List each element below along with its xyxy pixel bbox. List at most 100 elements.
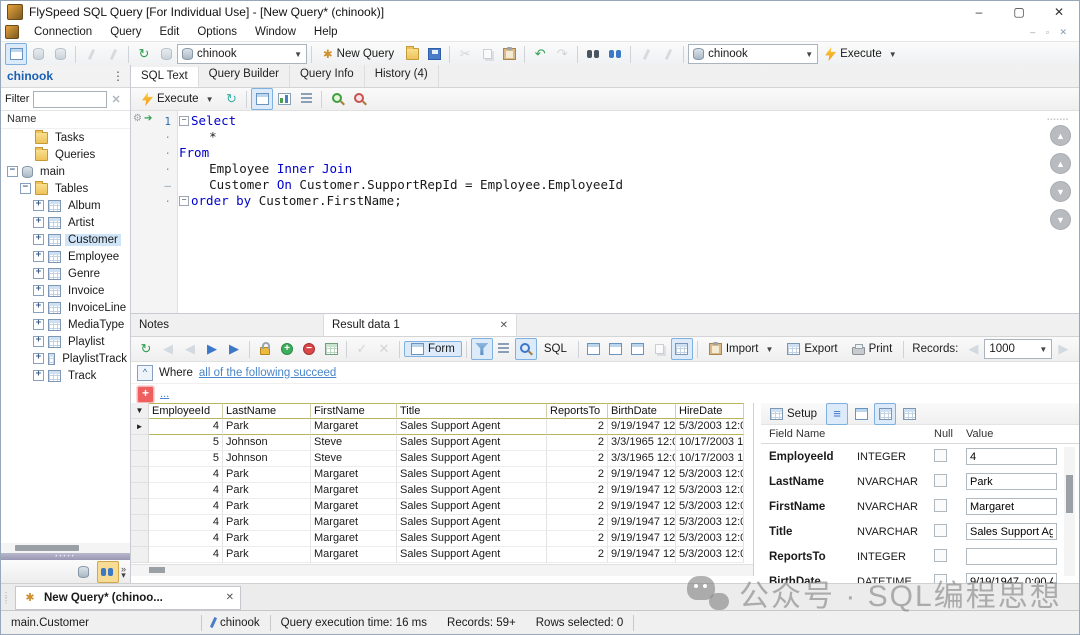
tree-item-customer[interactable]: +Customer bbox=[1, 231, 130, 248]
add-connection-icon[interactable] bbox=[27, 43, 49, 65]
sidebar-splitter[interactable]: ••••• bbox=[1, 553, 130, 560]
more-conditions-link[interactable]: ... bbox=[160, 388, 169, 400]
grid-cell[interactable]: Sales Support Agent bbox=[397, 451, 547, 467]
grid-cell[interactable]: Margaret bbox=[311, 419, 397, 435]
close-query-tab-icon[interactable]: ✕ bbox=[226, 592, 234, 603]
grid-cell[interactable]: 10/17/2003 12: bbox=[676, 435, 744, 451]
table-row[interactable]: 4ParkMargaretSales Support Agent29/19/19… bbox=[131, 515, 753, 531]
filter-icon[interactable] bbox=[471, 338, 493, 360]
grid-cell[interactable]: 5 bbox=[149, 451, 223, 467]
tree-item-playlist[interactable]: +Playlist bbox=[1, 333, 130, 350]
grid-cell[interactable]: 2 bbox=[547, 547, 608, 563]
grid-cell[interactable]: 4 bbox=[149, 547, 223, 563]
grid-cell[interactable]: 5/3/2003 12:00 bbox=[676, 419, 744, 435]
scroll-bottom-button[interactable]: ▼ bbox=[1050, 209, 1071, 230]
scroll-top-button[interactable]: ▲ bbox=[1050, 125, 1071, 146]
close-button[interactable]: ✕ bbox=[1039, 1, 1079, 23]
expand-icon[interactable]: + bbox=[33, 200, 44, 211]
grid-cell[interactable]: 5/3/2003 12:00 bbox=[676, 531, 744, 547]
cancel-edit-icon[interactable]: ✕ bbox=[373, 338, 395, 360]
query-connection-combo[interactable]: chinook▼ bbox=[688, 44, 818, 64]
close-tab-icon[interactable]: ✕ bbox=[500, 320, 508, 331]
grid-cell[interactable]: 5/3/2003 12:00 bbox=[676, 547, 744, 563]
scroll-up-button[interactable]: ▲ bbox=[1050, 153, 1071, 174]
sql-code[interactable]: −Select *From Employee Inner Join Custom… bbox=[179, 113, 1019, 209]
save-icon[interactable] bbox=[423, 43, 445, 65]
first-record-icon[interactable]: ◀ bbox=[157, 338, 179, 360]
tab-query-info[interactable]: Query Info bbox=[290, 65, 365, 87]
grid-cell[interactable]: Sales Support Agent bbox=[397, 419, 547, 435]
table-row[interactable]: 5JohnsonSteveSales Support Agent23/3/196… bbox=[131, 451, 753, 467]
tree-item-mediatype[interactable]: +MediaType bbox=[1, 316, 130, 333]
grid-cell[interactable]: Park bbox=[223, 515, 311, 531]
grid-cell[interactable]: Park bbox=[223, 467, 311, 483]
table-row[interactable]: 4ParkMargaretSales Support Agent29/19/19… bbox=[131, 467, 753, 483]
minimize-button[interactable]: – bbox=[959, 1, 999, 23]
databases-view-icon[interactable] bbox=[73, 561, 95, 583]
export-button[interactable]: Export bbox=[780, 341, 844, 357]
connect-icon[interactable] bbox=[80, 43, 102, 65]
clear-filter-icon[interactable]: ✕ bbox=[111, 93, 120, 106]
grid-cell[interactable]: 9/19/1947 12:0.. bbox=[608, 547, 676, 563]
find-metadata-icon[interactable] bbox=[604, 43, 626, 65]
grid-cell[interactable]: Sales Support Agent bbox=[397, 531, 547, 547]
disconnect-icon[interactable] bbox=[102, 43, 124, 65]
grid-cell[interactable]: 4 bbox=[149, 419, 223, 435]
grid-cell[interactable]: 2 bbox=[547, 499, 608, 515]
expand-icon[interactable]: + bbox=[33, 353, 44, 364]
collapse-filter-icon[interactable]: ^ bbox=[137, 365, 153, 381]
grid-cell[interactable]: Sales Support Agent bbox=[397, 435, 547, 451]
zoom-in-icon[interactable] bbox=[326, 88, 348, 110]
locate-icon[interactable] bbox=[493, 338, 515, 360]
new-query-button[interactable]: ✱New Query bbox=[316, 45, 401, 63]
taskbar-grip[interactable]: ⋮⋮ bbox=[1, 593, 11, 603]
grid-cell[interactable]: Margaret bbox=[311, 531, 397, 547]
menu-item-window[interactable]: Window bbox=[246, 25, 305, 39]
grid-cell[interactable]: 2 bbox=[547, 435, 608, 451]
grid-cell[interactable]: 5/3/2003 12:00 bbox=[676, 499, 744, 515]
refresh-data-icon[interactable]: ↻ bbox=[135, 338, 157, 360]
grid-cell[interactable]: Park bbox=[223, 531, 311, 547]
null-checkbox[interactable] bbox=[934, 524, 947, 537]
grid-cell[interactable]: Sales Support Agent bbox=[397, 467, 547, 483]
execute-button[interactable]: Execute▼ bbox=[818, 45, 903, 63]
records-next-icon[interactable]: ▶ bbox=[1052, 338, 1074, 360]
copy-icon[interactable] bbox=[476, 43, 498, 65]
copy-grid-icon[interactable] bbox=[649, 338, 671, 360]
table-row[interactable]: 4ParkMargaretSales Support Agent29/19/19… bbox=[131, 547, 753, 563]
menu-item-query[interactable]: Query bbox=[101, 25, 150, 39]
prior-record-icon[interactable]: ◀ bbox=[179, 338, 201, 360]
result-panel-icon[interactable] bbox=[251, 88, 273, 110]
grid-cell[interactable]: 2 bbox=[547, 419, 608, 435]
fold-icon[interactable]: − bbox=[179, 116, 189, 126]
sidebar-overflow-icon[interactable]: »▾ bbox=[121, 566, 126, 578]
tree-item-queries[interactable]: Queries bbox=[1, 146, 130, 163]
collapse-icon[interactable]: − bbox=[7, 166, 18, 177]
import-button[interactable]: Import▼ bbox=[702, 341, 781, 357]
grid-two-icon[interactable] bbox=[898, 403, 920, 425]
grid-cell[interactable]: 2 bbox=[547, 451, 608, 467]
diagram-icon[interactable] bbox=[273, 88, 295, 110]
find-icon[interactable] bbox=[582, 43, 604, 65]
connections-panel-icon[interactable] bbox=[5, 43, 27, 65]
field-value-input[interactable] bbox=[966, 523, 1057, 540]
breakpoint-gear-icon[interactable]: ⚙ bbox=[133, 113, 142, 124]
grid-cell[interactable]: 4 bbox=[149, 467, 223, 483]
sql-filter-button[interactable]: SQL bbox=[537, 341, 574, 357]
next-record-icon[interactable]: ▶ bbox=[201, 338, 223, 360]
field-value-input[interactable] bbox=[966, 498, 1057, 515]
grid-cell[interactable]: 3/3/1965 12:00.. bbox=[608, 451, 676, 467]
column-header-birthdate[interactable]: BirthDate bbox=[608, 403, 676, 419]
form-layout-icon[interactable] bbox=[605, 338, 627, 360]
refresh-icon[interactable]: ↻ bbox=[133, 43, 155, 65]
grid-cell[interactable]: 2 bbox=[547, 531, 608, 547]
open-file-icon[interactable] bbox=[401, 43, 423, 65]
table-row[interactable]: 5JohnsonSteveSales Support Agent23/3/196… bbox=[131, 435, 753, 451]
grid-cell[interactable]: Margaret bbox=[311, 467, 397, 483]
zoom-out-icon[interactable] bbox=[348, 88, 370, 110]
grid-cell[interactable]: 5 bbox=[149, 435, 223, 451]
grid-cell[interactable]: 9/19/1947 12:0.. bbox=[608, 531, 676, 547]
tree-item-employee[interactable]: +Employee bbox=[1, 248, 130, 265]
tree-item-main[interactable]: −main bbox=[1, 163, 130, 180]
maximize-button[interactable]: ▢ bbox=[999, 1, 1039, 23]
